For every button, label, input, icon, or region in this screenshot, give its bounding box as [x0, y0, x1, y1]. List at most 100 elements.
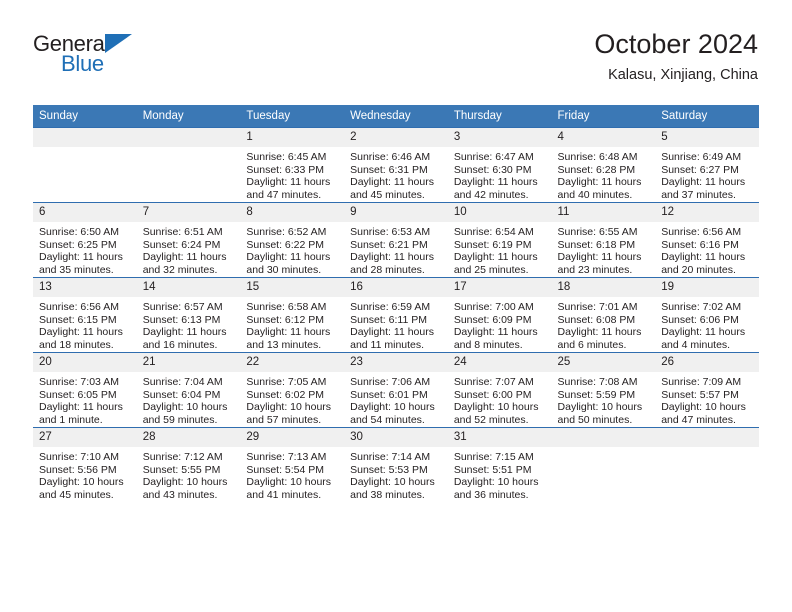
- calendar-day-cell[interactable]: 10 Sunrise: 6:54 AM Sunset: 6:19 PM Dayligh…: [447, 202, 552, 278]
- day-sun-info: Sunrise: 7:09 AM Sunset: 5:57 PM Daylight:…: [655, 372, 759, 426]
- daylight-text: Daylight: 11 hours: [246, 251, 331, 264]
- weekday-header-saturday: Saturday: [655, 105, 759, 128]
- calendar-day-cell[interactable]: 19 Sunrise: 7:02 AM Sunset: 6:06 PM Dayligh…: [655, 277, 759, 353]
- daylight-text: and 32 minutes.: [142, 263, 218, 276]
- day-number: 8: [240, 203, 345, 222]
- day-sun-info: Sunrise: 6:46 AM Sunset: 6:31 PM Daylight:…: [344, 147, 448, 201]
- calendar-day-cell[interactable]: 12 Sunrise: 6:56 AM Sunset: 6:16 PM Dayligh…: [655, 202, 759, 278]
- day-sun-info: Sunrise: 6:49 AM Sunset: 6:27 PM Daylight:…: [655, 147, 759, 201]
- daylight-text: and 13 minutes.: [246, 338, 322, 351]
- sunrise-text: Sunrise: 7:10 AM: [39, 451, 119, 463]
- sunrise-text: Sunrise: 6:57 AM: [142, 301, 223, 313]
- calendar-day-cell[interactable]: 5 Sunrise: 6:49 AM Sunset: 6:27 PM Daylight…: [655, 127, 759, 203]
- calendar-day-cell[interactable]: 20 Sunrise: 7:03 AM Sunset: 6:05 PM Dayligh…: [33, 352, 137, 428]
- sunrise-text: Sunrise: 6:49 AM: [661, 151, 742, 163]
- day-sun-info: Sunrise: 7:08 AM Sunset: 5:59 PM Daylight:…: [552, 372, 656, 426]
- day-number: 19: [655, 278, 759, 297]
- calendar-day-cell[interactable]: 1 Sunrise: 6:45 AM Sunset: 6:33 PM Daylight…: [240, 127, 345, 203]
- day-sun-info: Sunrise: 7:10 AM Sunset: 5:56 PM Daylight:…: [33, 447, 137, 501]
- daylight-text: and 43 minutes.: [142, 488, 218, 501]
- daylight-text: and 23 minutes.: [557, 263, 633, 276]
- day-sun-info: Sunrise: 6:48 AM Sunset: 6:28 PM Daylight:…: [552, 147, 656, 201]
- calendar-day-cell[interactable]: 28 Sunrise: 7:12 AM Sunset: 5:55 PM Dayligh…: [136, 427, 241, 502]
- daylight-text: Daylight: 10 hours: [350, 476, 435, 489]
- sunset-text: Sunset: 6:11 PM: [350, 313, 427, 326]
- calendar-day-cell[interactable]: 7 Sunrise: 6:51 AM Sunset: 6:24 PM Daylight…: [136, 202, 241, 278]
- day-sun-info: Sunrise: 7:03 AM Sunset: 6:05 PM Daylight:…: [33, 372, 137, 426]
- sunrise-text: Sunrise: 6:50 AM: [39, 226, 119, 238]
- day-sun-info: Sunrise: 7:04 AM Sunset: 6:04 PM Daylight:…: [137, 372, 241, 426]
- calendar-day-cell[interactable]: 23 Sunrise: 7:06 AM Sunset: 6:01 PM Dayligh…: [344, 352, 448, 428]
- sunset-text: Sunset: 6:31 PM: [350, 163, 428, 176]
- calendar-week-row: 13 Sunrise: 6:56 AM Sunset: 6:15 PM Dayligh…: [33, 277, 759, 353]
- calendar-day-cell[interactable]: 17 Sunrise: 7:00 AM Sunset: 6:09 PM Dayligh…: [447, 277, 552, 353]
- calendar-day-cell[interactable]: 31 Sunrise: 7:15 AM Sunset: 5:51 PM Dayligh…: [447, 427, 552, 502]
- daylight-text: Daylight: 11 hours: [661, 251, 746, 264]
- calendar-day-cell[interactable]: 22 Sunrise: 7:05 AM Sunset: 6:02 PM Dayligh…: [240, 352, 345, 428]
- sunrise-text: Sunrise: 6:55 AM: [557, 226, 638, 238]
- day-sun-info: Sunrise: 6:53 AM Sunset: 6:21 PM Daylight:…: [344, 222, 448, 276]
- sunrise-text: Sunrise: 7:06 AM: [350, 376, 431, 388]
- sunset-text: Sunset: 6:19 PM: [453, 238, 532, 251]
- calendar-day-cell[interactable]: 14 Sunrise: 6:57 AM Sunset: 6:13 PM Dayligh…: [136, 277, 241, 353]
- day-sun-info: Sunrise: 6:56 AM Sunset: 6:15 PM Daylight:…: [33, 297, 137, 351]
- daylight-text: and 37 minutes.: [661, 188, 736, 201]
- day-number: 9: [344, 203, 448, 222]
- sunrise-text: Sunrise: 7:13 AM: [246, 451, 327, 463]
- sunrise-text: Sunrise: 6:59 AM: [350, 301, 431, 313]
- calendar-day-cell[interactable]: 8 Sunrise: 6:52 AM Sunset: 6:22 PM Daylight…: [240, 202, 345, 278]
- day-sun-info: Sunrise: 6:51 AM Sunset: 6:24 PM Daylight:…: [137, 222, 241, 276]
- calendar-day-cell[interactable]: 29 Sunrise: 7:13 AM Sunset: 5:54 PM Dayligh…: [240, 427, 345, 502]
- calendar-day-cell[interactable]: 13 Sunrise: 6:56 AM Sunset: 6:15 PM Dayligh…: [33, 277, 137, 353]
- calendar-day-cell[interactable]: 30 Sunrise: 7:14 AM Sunset: 5:53 PM Dayligh…: [344, 427, 448, 502]
- daylight-text: Daylight: 10 hours: [142, 476, 228, 489]
- calendar-day-cell-empty: [655, 427, 759, 502]
- calendar-body: 1 Sunrise: 6:45 AM Sunset: 6:33 PM Daylight…: [33, 127, 759, 502]
- daylight-text: Daylight: 10 hours: [350, 401, 435, 414]
- sunset-text: Sunset: 6:21 PM: [350, 238, 428, 251]
- calendar-week-row: 6 Sunrise: 6:50 AM Sunset: 6:25 PM Daylight…: [33, 202, 759, 278]
- calendar-day-cell-empty: [33, 127, 137, 203]
- calendar-day-cell[interactable]: 2 Sunrise: 6:46 AM Sunset: 6:31 PM Daylight…: [344, 127, 448, 203]
- calendar-day-cell[interactable]: 25 Sunrise: 7:08 AM Sunset: 5:59 PM Dayligh…: [551, 352, 656, 428]
- sunrise-text: Sunrise: 6:54 AM: [453, 226, 534, 238]
- calendar-day-cell[interactable]: 3 Sunrise: 6:47 AM Sunset: 6:30 PM Daylight…: [447, 127, 552, 203]
- day-sun-info: Sunrise: 6:47 AM Sunset: 6:30 PM Daylight:…: [448, 147, 552, 201]
- day-sun-info: Sunrise: 6:57 AM Sunset: 6:13 PM Daylight:…: [137, 297, 241, 351]
- sunrise-text: Sunrise: 7:08 AM: [557, 376, 638, 388]
- day-sun-info: Sunrise: 6:55 AM Sunset: 6:18 PM Daylight:…: [552, 222, 656, 276]
- daylight-text: and 35 minutes.: [39, 263, 114, 276]
- sunset-text: Sunset: 5:59 PM: [557, 388, 636, 401]
- sunrise-text: Sunrise: 6:58 AM: [246, 301, 327, 313]
- day-number: 14: [136, 278, 241, 297]
- day-sun-info: Sunrise: 7:14 AM Sunset: 5:53 PM Daylight:…: [344, 447, 448, 501]
- day-number: 1: [240, 128, 345, 147]
- calendar-day-cell[interactable]: 15 Sunrise: 6:58 AM Sunset: 6:12 PM Dayligh…: [240, 277, 345, 353]
- sunset-text: Sunset: 5:53 PM: [350, 463, 428, 476]
- weekday-header-tuesday: Tuesday: [240, 105, 345, 128]
- calendar-day-cell[interactable]: 18 Sunrise: 7:01 AM Sunset: 6:08 PM Dayligh…: [551, 277, 656, 353]
- sunrise-text: Sunrise: 7:02 AM: [661, 301, 742, 313]
- calendar-day-cell[interactable]: 21 Sunrise: 7:04 AM Sunset: 6:04 PM Dayligh…: [136, 352, 241, 428]
- day-number: 18: [551, 278, 656, 297]
- sunset-text: Sunset: 6:09 PM: [453, 313, 532, 326]
- calendar-week-row: 1 Sunrise: 6:45 AM Sunset: 6:33 PM Daylight…: [33, 127, 759, 203]
- daylight-text: Daylight: 11 hours: [39, 326, 123, 339]
- calendar-day-cell-empty: [136, 127, 241, 203]
- calendar-day-cell[interactable]: 9 Sunrise: 6:53 AM Sunset: 6:21 PM Daylight…: [344, 202, 448, 278]
- sunset-text: Sunset: 5:54 PM: [246, 463, 325, 476]
- sunset-text: Sunset: 5:55 PM: [142, 463, 221, 476]
- calendar-day-cell[interactable]: 24 Sunrise: 7:07 AM Sunset: 6:00 PM Dayligh…: [447, 352, 552, 428]
- daylight-text: and 38 minutes.: [350, 488, 425, 501]
- calendar-day-cell[interactable]: 6 Sunrise: 6:50 AM Sunset: 6:25 PM Daylight…: [33, 202, 137, 278]
- weekday-header-row: Sunday Monday Tuesday Wednesday Thursday Frid…: [33, 105, 759, 128]
- calendar-day-cell[interactable]: 4 Sunrise: 6:48 AM Sunset: 6:28 PM Daylight…: [551, 127, 656, 203]
- calendar-day-cell[interactable]: 11 Sunrise: 6:55 AM Sunset: 6:18 PM Dayligh…: [551, 202, 656, 278]
- sunrise-text: Sunrise: 6:53 AM: [350, 226, 431, 238]
- daylight-text: Daylight: 10 hours: [453, 476, 539, 489]
- calendar-day-cell[interactable]: 16 Sunrise: 6:59 AM Sunset: 6:11 PM Dayligh…: [344, 277, 448, 353]
- calendar-day-cell[interactable]: 27 Sunrise: 7:10 AM Sunset: 5:56 PM Dayligh…: [33, 427, 137, 502]
- weekday-header-sunday: Sunday: [33, 105, 137, 128]
- calendar-day-cell[interactable]: 26 Sunrise: 7:09 AM Sunset: 5:57 PM Dayligh…: [655, 352, 759, 428]
- sunset-text: Sunset: 5:51 PM: [453, 463, 532, 476]
